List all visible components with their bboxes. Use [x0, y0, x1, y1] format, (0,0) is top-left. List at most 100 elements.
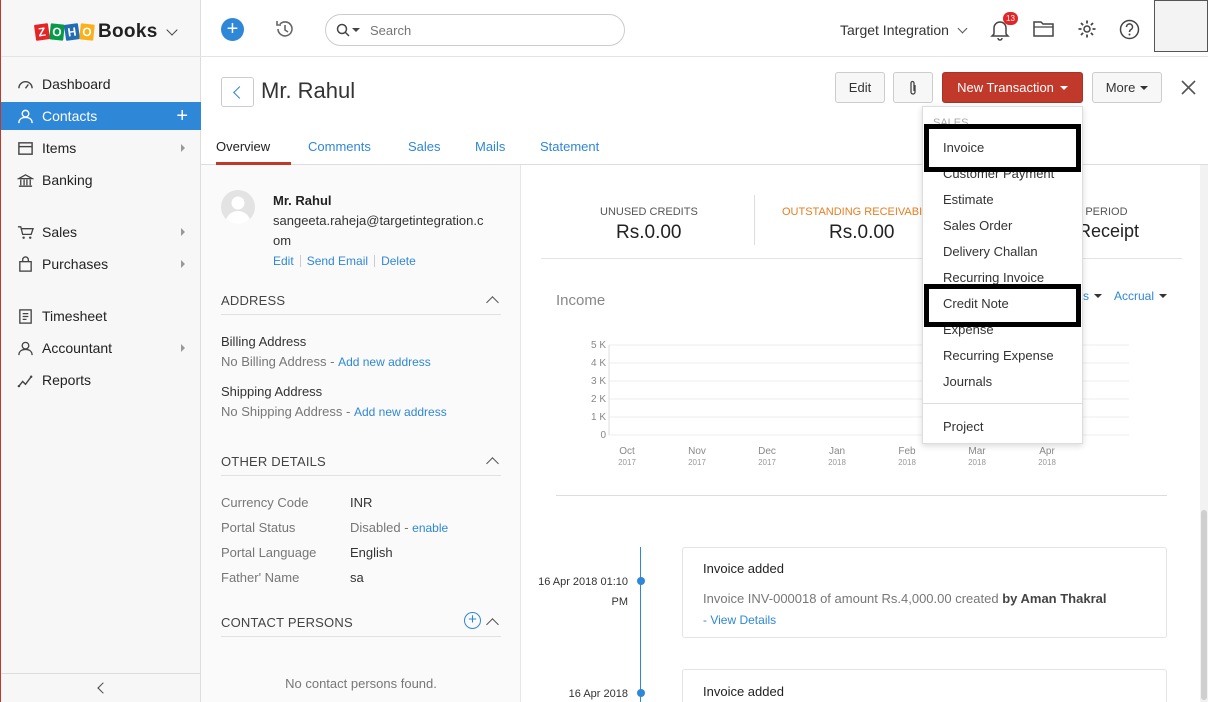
- delete-contact-link[interactable]: Delete: [381, 254, 416, 268]
- menu-item-project[interactable]: Project: [943, 419, 983, 434]
- highlight-box-credit-note: [924, 284, 1081, 327]
- tab-sales[interactable]: Sales: [408, 139, 441, 165]
- help-icon[interactable]: [1119, 19, 1140, 40]
- logo-letter-z: Z: [33, 23, 51, 41]
- no-contact-persons-message: No contact persons found.: [285, 676, 437, 691]
- menu-item-recurring-invoice[interactable]: Recurring Invoice: [943, 270, 1044, 285]
- tab-overview[interactable]: Overview: [216, 139, 291, 165]
- avatar: [221, 190, 255, 224]
- income-title: Income: [556, 292, 606, 309]
- expand-arrow-icon: [181, 260, 185, 268]
- address-title: ADDRESS: [221, 293, 286, 308]
- income-period-filter[interactable]: s: [1083, 289, 1102, 303]
- sidebar-item-timesheet[interactable]: Timesheet: [1, 302, 201, 330]
- cart-icon: [17, 225, 34, 239]
- billing-address-label: Billing Address: [221, 334, 307, 349]
- user-profile-box[interactable]: [1154, 0, 1208, 52]
- menu-item-estimate[interactable]: Estimate: [943, 192, 994, 207]
- unused-credits-value: Rs.0.00: [616, 222, 682, 243]
- chevron-up-icon: [486, 296, 499, 309]
- back-button[interactable]: [221, 77, 254, 107]
- sidebar-item-sales[interactable]: Sales: [1, 218, 201, 246]
- org-switch-chevron-icon[interactable]: [165, 24, 178, 36]
- chevron-up-icon[interactable]: [486, 618, 499, 631]
- sidebar-item-reports[interactable]: Reports: [1, 366, 201, 394]
- chart-bottom-border: [556, 495, 1167, 496]
- recent-history-icon[interactable]: [274, 18, 296, 40]
- new-transaction-button[interactable]: New Transaction: [942, 72, 1083, 103]
- timeline-dot: [637, 577, 645, 585]
- search-filter-caret-icon[interactable]: [352, 28, 360, 32]
- dropdown-divider: [923, 403, 1082, 404]
- chart-y-tick: 0: [600, 430, 606, 441]
- chart-y-tick: 2 K: [591, 394, 606, 405]
- quick-create-button[interactable]: +: [221, 18, 244, 41]
- add-contact-plus-icon[interactable]: +: [176, 106, 188, 126]
- edit-button[interactable]: Edit: [835, 72, 885, 103]
- more-button[interactable]: More: [1092, 72, 1162, 103]
- send-email-link[interactable]: Send Email: [307, 254, 368, 268]
- sidebar-collapse-bar[interactable]: [1, 673, 201, 702]
- scrollbar-thumb[interactable]: [1201, 510, 1207, 700]
- menu-item-sales-order[interactable]: Sales Order: [943, 218, 1012, 233]
- sidebar-item-label: Items: [42, 140, 77, 156]
- accrual-filter[interactable]: Accrual: [1114, 289, 1168, 303]
- sidebar-item-accountant[interactable]: Accountant: [1, 334, 201, 362]
- add-shipping-address-link[interactable]: Add new address: [354, 405, 447, 419]
- other-details-section-header[interactable]: OTHER DETAILS: [221, 454, 501, 476]
- add-contact-person-icon[interactable]: +: [464, 612, 481, 629]
- settings-gear-icon[interactable]: [1077, 19, 1097, 39]
- back-chevron-icon: [233, 85, 246, 99]
- scrollbar[interactable]: [1200, 165, 1208, 702]
- search-input[interactable]: [370, 22, 600, 38]
- sidebar-item-purchases[interactable]: Purchases: [1, 250, 201, 278]
- search-box[interactable]: [325, 14, 625, 46]
- bank-icon: [17, 173, 34, 187]
- view-details-link[interactable]: View Details: [710, 613, 776, 627]
- shipping-address-label: Shipping Address: [221, 384, 323, 399]
- more-label: More: [1105, 80, 1136, 95]
- timesheet-icon: [19, 308, 32, 324]
- tab-mails[interactable]: Mails: [475, 139, 505, 165]
- expand-arrow-icon: [181, 228, 185, 236]
- enable-portal-link[interactable]: enable: [412, 521, 448, 535]
- reports-icon: [17, 374, 33, 387]
- tab-statement[interactable]: Statement: [540, 139, 599, 165]
- separator: -: [400, 520, 413, 535]
- portal-status-value: Disabled: [350, 520, 401, 535]
- chart-y-tick: 5 K: [591, 340, 606, 351]
- sidebar-item-dashboard[interactable]: Dashboard: [1, 70, 201, 98]
- attachment-button[interactable]: [893, 72, 933, 103]
- contact-persons-title: CONTACT PERSONS: [221, 615, 353, 630]
- organization-switcher[interactable]: Target Integration: [840, 22, 968, 38]
- folder-icon[interactable]: [1033, 20, 1055, 38]
- menu-item-delivery-challan[interactable]: Delivery Challan: [943, 244, 1038, 259]
- address-section-header[interactable]: ADDRESS: [221, 293, 501, 315]
- add-billing-address-link[interactable]: Add new address: [338, 355, 431, 369]
- sidebar-item-label: Timesheet: [42, 308, 107, 324]
- tab-comments[interactable]: Comments: [308, 139, 371, 165]
- accrual-filter-label: Accrual: [1114, 289, 1155, 303]
- close-icon[interactable]: [1181, 80, 1196, 95]
- edit-contact-link[interactable]: Edit: [273, 254, 294, 268]
- chart-x-tick-year: 2017: [618, 458, 636, 467]
- caret-down-icon: [1059, 85, 1068, 90]
- app-logo[interactable]: Z O H O Books: [1, 0, 201, 57]
- billing-address-value: No Billing Address: [221, 354, 327, 369]
- chart-y-tick: 3 K: [591, 376, 606, 387]
- sidebar-item-label: Dashboard: [42, 76, 111, 92]
- sidebar-item-banking[interactable]: Banking: [1, 166, 201, 194]
- portal-language-value: English: [350, 545, 393, 560]
- summary-bottom-border: [541, 258, 1182, 259]
- menu-item-recurring-expense[interactable]: Recurring Expense: [943, 348, 1054, 363]
- menu-item-journals[interactable]: Journals: [943, 374, 992, 389]
- timeline-date: 16 Apr 2018: [568, 688, 628, 700]
- timeline-card-desc: Invoice INV-000018 of amount Rs.4,000.00…: [703, 591, 1106, 606]
- timeline-date: 16 Apr 2018 01:10: [538, 576, 628, 588]
- sidebar-item-items[interactable]: Items: [1, 134, 201, 162]
- chart-x-tick-month: Oct: [619, 446, 635, 457]
- divider: [374, 255, 376, 267]
- chart-x-tick-year: 2017: [688, 458, 706, 467]
- logo-letter-o: O: [49, 23, 65, 41]
- sidebar-item-contacts[interactable]: Contacts +: [1, 102, 201, 130]
